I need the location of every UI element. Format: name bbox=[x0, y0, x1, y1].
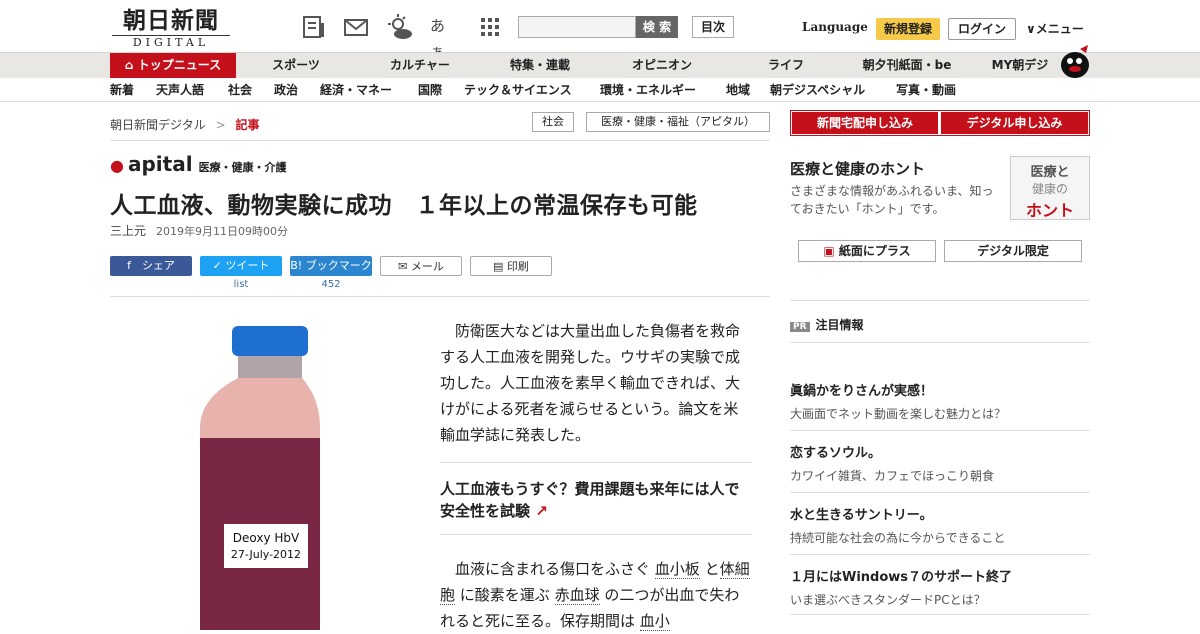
divider bbox=[110, 140, 770, 141]
newspaper-icon[interactable] bbox=[300, 13, 328, 41]
logo-english: DIGITAL bbox=[112, 35, 230, 49]
divider bbox=[790, 342, 1090, 343]
breadcrumb-home[interactable]: 朝日新聞デジタル bbox=[110, 118, 206, 132]
hatena-bookmark-button[interactable]: B! ブックマーク bbox=[290, 256, 372, 276]
print-button[interactable]: ▤ 印刷 bbox=[470, 256, 552, 276]
print-icon: ▤ bbox=[493, 260, 507, 273]
nav-features[interactable]: 特集・連載 bbox=[490, 53, 590, 78]
nav2-international[interactable]: 国際 bbox=[418, 78, 442, 102]
nav-opinion[interactable]: オピニオン bbox=[612, 53, 712, 78]
site-header: 朝日新聞 DIGITAL あぁ 検 索 目次 Language 新規登録 ログイ… bbox=[0, 0, 1200, 61]
pr-item[interactable]: 眞鍋かをりさんが実感！ 大画面でネット動画を楽しむ魅力とは？ bbox=[790, 380, 1090, 422]
divider bbox=[790, 554, 1090, 555]
divider bbox=[440, 534, 752, 535]
byline: 三上元 2019年9月11日09時00分 bbox=[110, 222, 288, 239]
nav2-society[interactable]: 社会 bbox=[228, 78, 252, 102]
divider bbox=[790, 614, 1090, 615]
site-logo[interactable]: 朝日新聞 DIGITAL bbox=[112, 8, 230, 49]
breadcrumb-separator: > bbox=[215, 118, 226, 132]
search-button[interactable]: 検 索 bbox=[636, 16, 678, 38]
twitter-icon: ✓ bbox=[212, 259, 226, 272]
home-icon: ⌂ bbox=[124, 58, 138, 72]
divider bbox=[790, 430, 1090, 431]
nav2-environment[interactable]: 環境・エネルギー bbox=[600, 78, 696, 102]
divider bbox=[440, 462, 752, 463]
article-lead: 防衛医大などは大量出血した負傷者を救命する人工血液を開発した。ウサギの実験で成功… bbox=[440, 322, 741, 444]
external-link-icon: ↗ bbox=[535, 502, 548, 520]
nav2-tensei[interactable]: 天声人語 bbox=[156, 78, 204, 102]
primary-nav: ⌂ トップニュース スポーツ カルチャー 特集・連載 オピニオン ライフ 朝夕刊… bbox=[0, 45, 1200, 78]
honto-banner[interactable]: 医療と 健康の ホント bbox=[1010, 156, 1090, 220]
tag-apital[interactable]: 医療・健康・福祉（アピタル） bbox=[586, 112, 770, 132]
nav2-region[interactable]: 地域 bbox=[726, 78, 750, 102]
author[interactable]: 三上元 bbox=[110, 224, 146, 238]
facebook-share-button[interactable]: f シェア bbox=[110, 256, 192, 276]
digital-subscribe-button[interactable]: デジタル申し込み bbox=[941, 112, 1088, 134]
nav-paper[interactable]: 朝夕刊紙面・be bbox=[852, 53, 962, 78]
twitter-count[interactable]: list bbox=[200, 279, 282, 290]
glossary-red-blood-cell[interactable]: 赤血球 bbox=[554, 586, 600, 605]
publish-date: 2019年9月11日09時00分 bbox=[156, 225, 288, 238]
search-input[interactable] bbox=[518, 16, 636, 38]
photo-label-line1: Deoxy HbV bbox=[233, 531, 300, 545]
language-link[interactable]: Language bbox=[802, 20, 868, 34]
photo-label-line2: 27-July-2012 bbox=[231, 548, 301, 561]
divider bbox=[110, 296, 770, 297]
article-body: 血液に含まれる傷口をふさぐ 血小板 と体細胞 に酸素を運ぶ 赤血球 の二つが出血… bbox=[440, 560, 750, 631]
hatena-count[interactable]: 452 bbox=[290, 279, 372, 290]
pr-item[interactable]: 恋するソウル。 カワイイ雑貨、カフェでほっこり朝食 bbox=[790, 442, 1090, 484]
article-title: 人工血液、動物実験に成功 １年以上の常温保存も可能 bbox=[110, 193, 698, 219]
article-photo[interactable]: Deoxy HbV 27-July-2012 bbox=[180, 318, 340, 630]
pr-badge: PR bbox=[790, 322, 810, 332]
mail-icon[interactable] bbox=[342, 13, 370, 41]
breadcrumb-current: 記事 bbox=[235, 118, 260, 132]
pr-item[interactable]: １月にはWindows７のサポート終了 いま選ぶべきスタンダードPCとは？ bbox=[790, 566, 1090, 608]
logo-japanese: 朝日新聞 bbox=[123, 7, 219, 34]
paper-plus-button[interactable]: ▣ 紙面にプラス bbox=[798, 240, 936, 262]
nav2-special[interactable]: 朝デジスペシャル bbox=[770, 78, 865, 102]
twitter-share-button[interactable]: ✓ ツイート bbox=[200, 256, 282, 276]
pr-heading: PR 注目情報 bbox=[790, 316, 864, 333]
honto-title[interactable]: 医療と健康のホント bbox=[790, 158, 925, 179]
mail-share-button[interactable]: ✉ メール bbox=[380, 256, 462, 276]
nav-top-news[interactable]: ⌂ トップニュース bbox=[110, 53, 236, 78]
font-size-icon[interactable]: あぁ bbox=[430, 13, 458, 61]
pr-item[interactable]: 水と生きるサントリー。 持続可能な社会の為に今からできること bbox=[790, 504, 1090, 546]
nav-life[interactable]: ライフ bbox=[736, 53, 836, 78]
nav-culture[interactable]: カルチャー bbox=[368, 53, 472, 78]
honto-description: さまざまな情報があふれるいま、知っておきたい「ホント」です。 bbox=[790, 184, 994, 216]
mascot-icon bbox=[1061, 45, 1089, 78]
nav2-photo[interactable]: 写真・動画 bbox=[896, 78, 956, 102]
nav-my-asahi[interactable]: MY朝デジ bbox=[980, 53, 1060, 78]
secondary-nav: 新着 天声人語 社会 政治 経済・マネー 国際 テック＆サイエンス 環境・エネル… bbox=[0, 78, 1200, 102]
paper-plus-icon: ▣ bbox=[823, 244, 839, 258]
facebook-icon: f bbox=[127, 259, 142, 272]
login-button[interactable]: ログイン bbox=[948, 18, 1016, 40]
hatena-icon: B! bbox=[290, 259, 306, 272]
related-article-link[interactable]: 人工血液もうすぐ？費用課題も来年には人で安全性を試験 ↗ bbox=[440, 478, 752, 522]
toc-button[interactable]: 目次 bbox=[692, 16, 734, 38]
nav2-tech[interactable]: テック＆サイエンス bbox=[464, 78, 572, 102]
register-button[interactable]: 新規登録 bbox=[876, 18, 940, 40]
digital-limited-button[interactable]: デジタル限定 bbox=[944, 240, 1082, 262]
menu-button[interactable]: ∨メニュー bbox=[1026, 20, 1084, 37]
divider bbox=[790, 300, 1090, 301]
apital-logo-icon: ● bbox=[110, 156, 124, 175]
mail-small-icon: ✉ bbox=[398, 260, 411, 273]
glossary-platelet-2[interactable]: 血小 bbox=[639, 612, 670, 631]
delivery-subscribe-button[interactable]: 新聞宅配申し込み bbox=[792, 112, 938, 134]
nav2-politics[interactable]: 政治 bbox=[274, 78, 298, 102]
glossary-platelet[interactable]: 血小板 bbox=[654, 560, 700, 579]
weather-icon[interactable] bbox=[386, 13, 414, 41]
apps-grid-icon[interactable] bbox=[476, 13, 504, 41]
nav-sports[interactable]: スポーツ bbox=[246, 53, 346, 78]
apital-brand[interactable]: ● apital 医療・健康・介護 bbox=[110, 152, 287, 176]
nav2-economy[interactable]: 経済・マネー bbox=[320, 78, 392, 102]
tag-society[interactable]: 社会 bbox=[532, 112, 574, 132]
breadcrumb: 朝日新聞デジタル > 記事 bbox=[110, 116, 260, 133]
nav2-latest[interactable]: 新着 bbox=[110, 78, 134, 102]
divider bbox=[790, 492, 1090, 493]
